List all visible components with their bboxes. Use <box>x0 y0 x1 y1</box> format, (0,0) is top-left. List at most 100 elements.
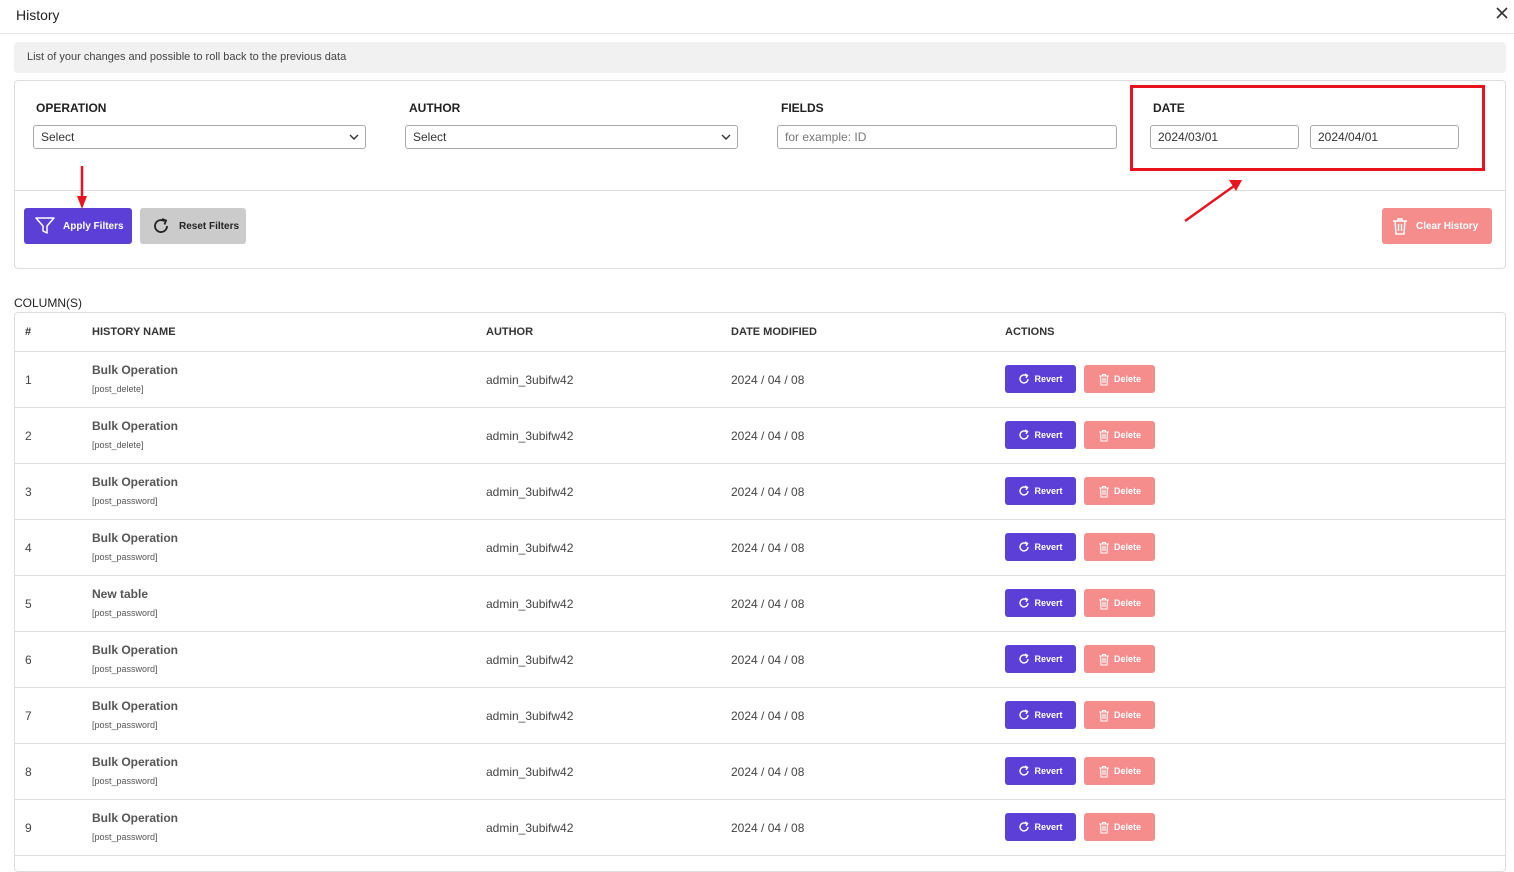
revert-button[interactable]: Revert <box>1005 589 1076 617</box>
trash-icon <box>1098 653 1109 666</box>
history-operation: [post_password] <box>92 720 158 730</box>
revert-button[interactable]: Revert <box>1005 365 1076 393</box>
close-icon[interactable] <box>1494 5 1510 21</box>
clear-history-button[interactable]: Clear History <box>1382 208 1492 244</box>
delete-button[interactable]: Delete <box>1084 757 1155 785</box>
apply-filters-button[interactable]: Apply Filters <box>24 208 132 244</box>
trash-icon <box>1098 485 1109 498</box>
delete-button[interactable]: Delete <box>1084 645 1155 673</box>
filter-icon <box>35 217 55 234</box>
header-num: # <box>25 326 32 338</box>
history-name: Bulk Operation <box>92 811 179 825</box>
revert-icon <box>1019 485 1030 496</box>
header-author: AUTHOR <box>486 326 534 338</box>
history-operation: [post_password] <box>92 552 158 562</box>
row-date: 2024 / 04 / 08 <box>731 485 805 499</box>
refresh-icon <box>154 218 168 233</box>
revert-button[interactable]: Revert <box>1005 477 1076 505</box>
delete-button[interactable]: Delete <box>1084 701 1155 729</box>
apply-filters-label: Apply Filters <box>63 220 124 232</box>
history-name: Bulk Operation <box>92 531 179 545</box>
date-to-value: 2024/04/01 <box>1318 130 1379 144</box>
revert-button[interactable]: Revert <box>1005 701 1076 729</box>
revert-label: Revert <box>1034 486 1063 496</box>
author-select[interactable]: Select <box>405 125 738 149</box>
row-author: admin_3ubifw42 <box>486 429 574 443</box>
date-label: DATE <box>1153 101 1185 115</box>
row-date: 2024 / 04 / 08 <box>731 541 805 555</box>
history-operation: [post_delete] <box>92 440 144 450</box>
trash-icon <box>1098 597 1109 610</box>
revert-label: Revert <box>1034 766 1063 776</box>
row-author: admin_3ubifw42 <box>486 373 574 387</box>
table-row: 6 Bulk Operation [post_password] admin_3… <box>15 632 1505 688</box>
row-author: admin_3ubifw42 <box>486 541 574 555</box>
trash-icon <box>1098 709 1109 722</box>
row-number: 9 <box>25 821 32 835</box>
delete-button[interactable]: Delete <box>1084 365 1155 393</box>
author-filter: AUTHOR <box>409 101 460 115</box>
reset-filters-label: Reset Filters <box>179 220 240 232</box>
revert-label: Revert <box>1034 710 1063 720</box>
modal-title: History <box>16 7 60 23</box>
revert-button[interactable]: Revert <box>1005 533 1076 561</box>
table-row: 5 New table [post_password] admin_3ubifw… <box>15 576 1505 632</box>
history-operation: [post_password] <box>92 832 158 842</box>
revert-button[interactable]: Revert <box>1005 757 1076 785</box>
reset-filters-button[interactable]: Reset Filters <box>140 208 246 244</box>
modal-header: History <box>0 0 1514 34</box>
row-number: 6 <box>25 653 32 667</box>
fields-label: FIELDS <box>781 101 824 115</box>
operation-filter: OPERATION <box>36 101 106 115</box>
delete-button[interactable]: Delete <box>1084 533 1155 561</box>
operation-select-value: Select <box>41 130 75 144</box>
operation-select[interactable]: Select <box>33 125 366 149</box>
header-actions: ACTIONS <box>1005 326 1055 338</box>
revert-button[interactable]: Revert <box>1005 645 1076 673</box>
delete-button[interactable]: Delete <box>1084 421 1155 449</box>
row-author: admin_3ubifw42 <box>486 597 574 611</box>
history-operation: [post_password] <box>92 496 158 506</box>
row-number: 8 <box>25 765 32 779</box>
history-name: Bulk Operation <box>92 363 179 377</box>
fields-filter: FIELDS <box>781 101 824 115</box>
history-name: Bulk Operation <box>92 699 179 713</box>
revert-label: Revert <box>1034 822 1063 832</box>
trash-icon <box>1098 373 1109 386</box>
revert-label: Revert <box>1034 430 1063 440</box>
date-from-input[interactable]: 2024/03/01 <box>1150 125 1299 149</box>
table-row: 4 Bulk Operation [post_password] admin_3… <box>15 520 1505 576</box>
row-number: 4 <box>25 541 32 555</box>
revert-icon <box>1019 765 1030 776</box>
delete-button[interactable]: Delete <box>1084 477 1155 505</box>
delete-button[interactable]: Delete <box>1084 589 1155 617</box>
history-name: Bulk Operation <box>92 755 179 769</box>
table-row: 7 Bulk Operation [post_password] admin_3… <box>15 688 1505 744</box>
history-operation: [post_password] <box>92 664 158 674</box>
delete-label: Delete <box>1113 822 1141 832</box>
row-date: 2024 / 04 / 08 <box>731 597 805 611</box>
delete-label: Delete <box>1113 542 1141 552</box>
fields-input[interactable]: for example: ID <box>777 125 1117 149</box>
date-to-input[interactable]: 2024/04/01 <box>1310 125 1459 149</box>
revert-label: Revert <box>1034 542 1063 552</box>
filter-panel: OPERATION Select AUTHOR Select FIELDS fo… <box>14 80 1506 269</box>
filter-divider <box>15 190 1505 191</box>
operation-label: OPERATION <box>36 101 107 115</box>
row-date: 2024 / 04 / 08 <box>731 821 805 835</box>
revert-button[interactable]: Revert <box>1005 813 1076 841</box>
table-row: 3 Bulk Operation [post_password] admin_3… <box>15 464 1505 520</box>
delete-label: Delete <box>1113 710 1141 720</box>
trash-icon <box>1098 765 1109 778</box>
revert-button[interactable]: Revert <box>1005 421 1076 449</box>
delete-button[interactable]: Delete <box>1084 813 1155 841</box>
row-number: 1 <box>25 373 32 387</box>
row-number: 2 <box>25 429 32 443</box>
row-author: admin_3ubifw42 <box>486 821 574 835</box>
delete-label: Delete <box>1113 430 1141 440</box>
revert-label: Revert <box>1034 598 1063 608</box>
history-name: Bulk Operation <box>92 419 179 433</box>
author-select-value: Select <box>413 130 447 144</box>
trash-icon <box>1098 429 1109 442</box>
trash-icon <box>1393 218 1407 235</box>
